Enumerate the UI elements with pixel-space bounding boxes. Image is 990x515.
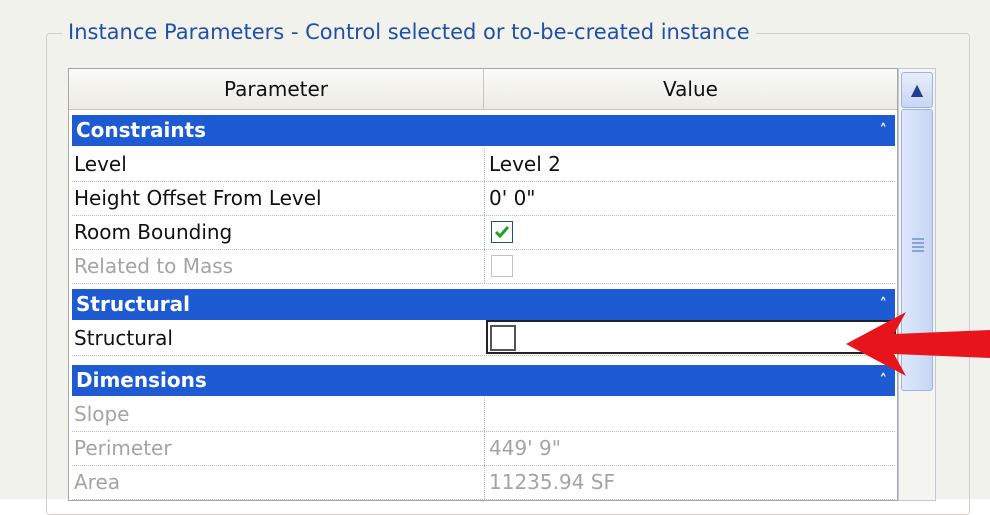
category-label: Structural [76, 292, 190, 316]
category-label: Dimensions [76, 368, 207, 392]
structural-checkbox[interactable] [490, 325, 516, 351]
param-row-room-bounding[interactable]: Room Bounding [72, 216, 895, 250]
grip-icon [912, 238, 924, 252]
column-header-value[interactable]: Value [484, 69, 897, 109]
param-value[interactable]: Level 2 [484, 148, 895, 181]
param-value: 449' 9" [484, 432, 895, 465]
checkmark-icon [494, 226, 510, 239]
vertical-scrollbar[interactable]: ▲ [898, 68, 936, 501]
column-header-parameter[interactable]: Parameter [69, 69, 484, 109]
param-value: 11235.94 SF [484, 466, 895, 499]
param-name: Area [74, 470, 121, 494]
param-row-slope: Slope [72, 398, 895, 432]
param-value-cell [484, 216, 895, 249]
structural-edit-cell[interactable] [486, 320, 896, 354]
param-name: Room Bounding [74, 220, 233, 244]
param-name: Perimeter [74, 436, 172, 460]
param-value-cell [484, 250, 895, 283]
param-name: Slope [74, 402, 130, 426]
category-structural[interactable]: Structural ˄ [72, 289, 895, 320]
param-value [484, 398, 895, 431]
param-name: Height Offset From Level [74, 186, 322, 210]
related-to-mass-checkbox [491, 255, 513, 277]
instance-parameters-panel: Instance Parameters - Control selected o… [0, 0, 990, 515]
param-row-structural[interactable]: Structural [72, 320, 896, 356]
param-row-level[interactable]: Level Level 2 [72, 148, 895, 182]
category-label: Constraints [76, 118, 207, 142]
red-arrow-icon [846, 312, 990, 376]
double-chevron-up-icon[interactable]: ˄ [880, 115, 888, 146]
param-name: Related to Mass [74, 254, 234, 278]
room-bounding-checkbox[interactable] [491, 221, 513, 243]
param-row-height-offset[interactable]: Height Offset From Level 0' 0" [72, 182, 895, 216]
param-row-area: Area 11235.94 SF [72, 466, 895, 500]
category-dimensions[interactable]: Dimensions ˄ [72, 365, 895, 396]
param-row-perimeter: Perimeter 449' 9" [72, 432, 895, 466]
parameter-grid: Parameter Value Constraints ˄ Level Leve… [68, 68, 898, 501]
param-name: Structural [74, 326, 173, 350]
param-name: Level [74, 152, 127, 176]
param-row-related-to-mass: Related to Mass [72, 250, 895, 284]
category-constraints[interactable]: Constraints ˄ [72, 115, 895, 146]
scroll-up-icon[interactable]: ▲ [901, 72, 933, 108]
param-value[interactable]: 0' 0" [484, 182, 895, 215]
grid-header: Parameter Value [69, 69, 897, 110]
group-title: Instance Parameters - Control selected o… [62, 18, 756, 46]
